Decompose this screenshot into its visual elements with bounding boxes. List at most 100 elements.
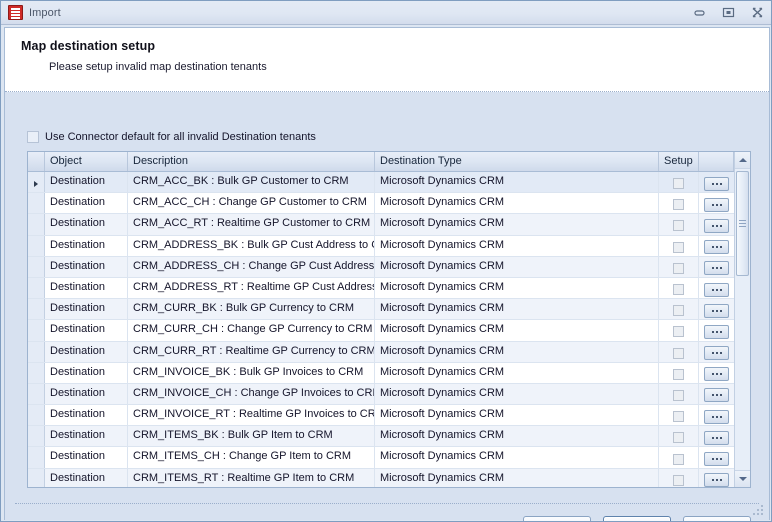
wizard-footer: < Back Next Cancel xyxy=(5,504,769,521)
row-indicator[interactable] xyxy=(28,426,45,447)
row-ellipsis-button[interactable] xyxy=(704,473,729,487)
cell-action xyxy=(699,257,734,277)
row-indicator[interactable] xyxy=(28,172,45,193)
close-icon[interactable] xyxy=(748,4,767,21)
row-indicator[interactable] xyxy=(28,277,45,299)
row-ellipsis-button[interactable] xyxy=(704,388,729,403)
table-row[interactable]: Destination CRM_CURR_CH : Change GP Curre… xyxy=(28,320,734,342)
table-row[interactable]: Destination CRM_ADDRESS_RT : Realtime GP … xyxy=(28,277,734,300)
minimize-icon[interactable] xyxy=(690,4,709,21)
resize-grip[interactable] xyxy=(753,505,764,516)
cell-destination-type: Microsoft Dynamics CRM xyxy=(375,341,659,362)
column-header-setup[interactable]: Setup xyxy=(659,152,699,171)
wizard-banner: Map destination setup Please setup inval… xyxy=(5,28,769,92)
cell-object: Destination xyxy=(45,235,128,256)
table-row[interactable]: Destination CRM_ADDRESS_CH : Change GP Cu… xyxy=(28,256,734,278)
scrollbar-track[interactable] xyxy=(735,169,750,470)
cell-destination-type: Microsoft Dynamics CRM xyxy=(375,362,659,383)
table-row[interactable]: Destination CRM_ITEMS_BK : Bulk GP Item t… xyxy=(28,426,734,448)
row-indicator[interactable] xyxy=(28,341,45,362)
current-row-arrow-icon xyxy=(34,181,38,187)
setup-checkbox xyxy=(673,326,684,338)
table-row[interactable]: Destination CRM_ACC_BK : Bulk GP Customer… xyxy=(28,172,734,194)
row-indicator[interactable] xyxy=(28,447,45,468)
grid-vertical-scrollbar[interactable] xyxy=(734,152,750,487)
cell-description: CRM_ACC_RT : Realtime GP Customer to CRM xyxy=(128,214,375,235)
row-ellipsis-button[interactable] xyxy=(704,261,729,276)
row-indicator[interactable] xyxy=(28,235,45,256)
table-row[interactable]: Destination CRM_ACC_RT : Realtime GP Cust… xyxy=(28,214,734,236)
cell-destination-type: Microsoft Dynamics CRM xyxy=(375,299,659,320)
cell-action xyxy=(699,469,734,487)
maximize-icon[interactable] xyxy=(719,4,738,21)
row-indicator[interactable] xyxy=(28,320,45,341)
cancel-button[interactable]: Cancel xyxy=(683,516,751,521)
column-header-object[interactable]: Object xyxy=(45,152,128,171)
cell-setup xyxy=(659,235,699,256)
table-row[interactable]: Destination CRM_INVOICE_RT : Realtime GP … xyxy=(28,405,734,427)
cell-description: CRM_ITEMS_CH : Change GP Item to CRM xyxy=(128,447,375,468)
scroll-down-arrow-icon[interactable] xyxy=(735,470,750,487)
row-ellipsis-button[interactable] xyxy=(704,409,729,424)
next-button[interactable]: Next xyxy=(603,516,671,521)
table-row[interactable]: Destination CRM_ITEMS_CH : Change GP Item… xyxy=(28,447,734,469)
cell-setup xyxy=(659,193,699,214)
row-indicator[interactable] xyxy=(28,256,45,277)
table-row[interactable]: Destination CRM_ITEMS_RT : Realtime GP It… xyxy=(28,468,734,487)
cell-action xyxy=(699,236,734,256)
cell-description: CRM_ACC_CH : Change GP Customer to CRM xyxy=(128,193,375,214)
row-ellipsis-button[interactable] xyxy=(704,367,729,382)
row-indicator[interactable] xyxy=(28,214,45,235)
table-row[interactable]: Destination CRM_CURR_RT : Realtime GP Cur… xyxy=(28,341,734,363)
column-header-description[interactable]: Description xyxy=(128,152,375,171)
setup-checkbox xyxy=(673,284,684,296)
import-wizard-window: Import Map destination setup Please setu… xyxy=(0,0,772,522)
row-ellipsis-button[interactable] xyxy=(704,218,729,233)
client-area: Map destination setup Please setup inval… xyxy=(4,27,770,521)
cell-destination-type: Microsoft Dynamics CRM xyxy=(375,383,659,405)
cell-action xyxy=(699,384,734,404)
row-ellipsis-button[interactable] xyxy=(704,197,729,212)
cell-destination-type: Microsoft Dynamics CRM xyxy=(375,256,659,277)
cell-object: Destination xyxy=(45,320,128,341)
column-header-destination-type[interactable]: Destination Type xyxy=(375,152,659,171)
row-indicator[interactable] xyxy=(28,299,45,320)
back-button[interactable]: < Back xyxy=(523,516,591,521)
row-indicator[interactable] xyxy=(28,362,45,383)
row-indicator[interactable] xyxy=(28,383,45,405)
table-row[interactable]: Destination CRM_INVOICE_BK : Bulk GP Invo… xyxy=(28,362,734,384)
scrollbar-thumb[interactable] xyxy=(736,171,749,276)
row-indicator[interactable] xyxy=(28,468,45,487)
grid-header-row: Object Description Destination Type Setu… xyxy=(28,152,734,172)
table-row[interactable]: Destination CRM_ACC_CH : Change GP Custom… xyxy=(28,193,734,215)
table-row[interactable]: Destination CRM_CURR_BK : Bulk GP Currenc… xyxy=(28,299,734,321)
cell-description: CRM_INVOICE_BK : Bulk GP Invoices to CRM xyxy=(128,362,375,383)
cell-object: Destination xyxy=(45,277,128,299)
cell-destination-type: Microsoft Dynamics CRM xyxy=(375,193,659,214)
page-body: Use Connector default for all invalid De… xyxy=(5,93,769,521)
row-ellipsis-button[interactable] xyxy=(704,240,729,255)
row-ellipsis-button[interactable] xyxy=(704,452,729,467)
row-ellipsis-button[interactable] xyxy=(704,346,729,361)
row-ellipsis-button[interactable] xyxy=(704,303,729,318)
cell-setup xyxy=(659,405,699,426)
setup-checkbox xyxy=(673,262,684,274)
row-ellipsis-button[interactable] xyxy=(704,324,729,339)
use-connector-default-row[interactable]: Use Connector default for all invalid De… xyxy=(27,131,316,143)
cell-setup xyxy=(659,468,699,487)
row-ellipsis-button[interactable] xyxy=(704,430,729,445)
row-indicator[interactable] xyxy=(28,193,45,214)
title-bar: Import xyxy=(1,1,771,25)
page-title: Map destination setup xyxy=(21,39,156,53)
row-indicator[interactable] xyxy=(28,405,45,426)
use-connector-default-checkbox[interactable] xyxy=(27,131,39,143)
row-ellipsis-button[interactable] xyxy=(704,176,729,191)
table-row[interactable]: Destination CRM_ADDRESS_BK : Bulk GP Cust… xyxy=(28,235,734,257)
row-ellipsis-button[interactable] xyxy=(704,282,729,297)
cell-object: Destination xyxy=(45,447,128,468)
setup-checkbox xyxy=(673,389,684,401)
scroll-up-arrow-icon[interactable] xyxy=(735,152,750,169)
cell-object: Destination xyxy=(45,299,128,320)
table-row[interactable]: Destination CRM_INVOICE_CH : Change GP In… xyxy=(28,383,734,406)
grid-rows: Destination CRM_ACC_BK : Bulk GP Customer… xyxy=(28,172,734,487)
